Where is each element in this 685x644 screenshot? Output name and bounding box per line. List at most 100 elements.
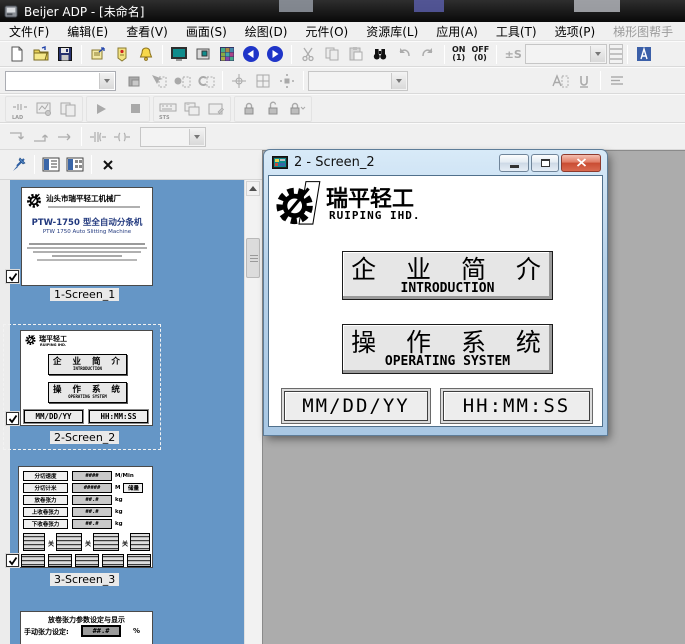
screen-thumbnail-1[interactable]: 汕头市瑞平轻工机械厂 PTW-1750 型全自动分条机 PTW 1750 Aut… — [21, 187, 153, 286]
next-screen-button[interactable] — [263, 43, 287, 65]
center-origin-button — [227, 70, 251, 92]
intro-button[interactable]: 企 业 简 介 INTRODUCTION — [342, 251, 553, 300]
thumb2-os-button: 操 作 系 统 OPERATING SYSTEM — [48, 382, 127, 403]
intro-button-en: INTRODUCTION — [401, 282, 495, 295]
os-button-en: OPERATING SYSTEM — [385, 355, 510, 368]
export-screen-button[interactable] — [86, 43, 110, 65]
new-button[interactable] — [5, 43, 29, 65]
thumb3-storage-button: 储量 — [123, 483, 143, 493]
screen-view-button[interactable] — [191, 43, 215, 65]
screen-edit-button[interactable] — [167, 43, 191, 65]
screen-checkbox-2[interactable] — [6, 412, 19, 425]
menu-item-draw[interactable]: 绘图(D) — [236, 22, 297, 41]
tag-icon — [114, 46, 130, 62]
shape-style-combobox[interactable] — [5, 71, 116, 91]
state-spinner[interactable] — [609, 44, 623, 64]
thumb3-button-placeholder — [56, 533, 82, 551]
date-field[interactable]: MM/DD/YY — [284, 391, 428, 421]
combobox-dropdown-button[interactable] — [590, 46, 605, 62]
open-button[interactable] — [29, 43, 53, 65]
operating-system-button[interactable]: 操 作 系 统 OPERATING SYSTEM — [342, 324, 553, 374]
window-titlebar[interactable]: Beijer ADP - [未命名] — [0, 0, 685, 22]
thumb3-row-label: 分切速度 — [23, 471, 68, 481]
find-button[interactable] — [368, 43, 392, 65]
toolbar-separator — [291, 45, 292, 64]
keyboard-icon — [159, 103, 177, 112]
screen-label-2[interactable]: 2-Screen_2 — [50, 431, 119, 444]
thumb1-machine-name: PTW-1750 型全自动分条机 — [22, 216, 152, 228]
bell-icon — [138, 46, 154, 62]
menu-item-library[interactable]: 资源库(L) — [357, 22, 427, 41]
panel-scrollbar[interactable] — [244, 180, 260, 644]
toolbar-separator — [627, 45, 628, 64]
insert-text-button — [548, 70, 572, 92]
screen-label-1[interactable]: 1-Screen_1 — [50, 288, 119, 301]
font-combobox[interactable] — [308, 71, 408, 91]
toolbar-separator — [496, 45, 497, 64]
combobox-dropdown-button[interactable] — [189, 129, 204, 145]
screen-checkbox-3[interactable] — [6, 554, 19, 567]
screen-checkbox-1[interactable] — [6, 270, 19, 283]
screen-manager-toolbar — [0, 150, 262, 180]
screen-thumbnail-panel: 汕头市瑞平轻工机械厂 PTW-1750 型全自动分条机 PTW 1750 Aut… — [0, 180, 262, 644]
screen-thumbnail-4[interactable]: 放卷张力参数设定与显示 手动张力设定: ##.# % — [20, 611, 153, 644]
menu-item-view[interactable]: 查看(V) — [117, 22, 177, 41]
screen-label-3[interactable]: 3-Screen_3 — [50, 573, 119, 586]
spinner-down-icon — [610, 58, 622, 60]
off-state-button[interactable]: OFF (0) — [469, 46, 493, 62]
on-state-button[interactable]: ON (1) — [449, 46, 469, 62]
tile-screens-button[interactable] — [215, 43, 239, 65]
unlock-icon — [266, 101, 280, 116]
status-monitor-button: STS — [156, 98, 180, 120]
save-button[interactable] — [53, 43, 77, 65]
minimize-button[interactable] — [499, 154, 529, 172]
right-arrow-icon — [56, 131, 74, 143]
delete-screen-button[interactable] — [96, 154, 120, 176]
chevron-down-icon — [396, 79, 402, 83]
menu-item-object[interactable]: 元件(O) — [296, 22, 357, 41]
child-titlebar[interactable]: 2 - Screen_2 — [268, 150, 603, 175]
state-combobox[interactable] — [525, 44, 607, 64]
scroll-up-icon — [249, 186, 257, 191]
close-button[interactable] — [561, 154, 601, 172]
element-combobox[interactable] — [140, 127, 206, 147]
pin-panel-button[interactable] — [6, 154, 30, 176]
thumb3-switch-label: 关 — [122, 539, 128, 548]
toolbar-separator — [34, 155, 35, 174]
tag-button[interactable] — [110, 43, 134, 65]
screen-thumbnail-2[interactable]: 瑞平轻工 RUIPING IHD. 企 业 简 介 INTRODUCTION 操… — [20, 330, 153, 426]
view-detail-button[interactable] — [39, 154, 63, 176]
menu-item-file[interactable]: 文件(F) — [0, 22, 58, 41]
thumb3-row-label: 上收卷张力 — [23, 507, 68, 517]
scroll-up-button[interactable] — [246, 181, 260, 196]
ladder-toolbar — [0, 123, 685, 150]
hmi-screen-canvas[interactable]: 瑞平轻工 RUIPING IHD. 企 业 简 介 INTRODUCTION 操… — [268, 175, 603, 427]
toolbar-group: LAD — [5, 96, 83, 122]
coil-icon — [113, 130, 131, 144]
lock-icon — [242, 101, 256, 116]
menu-item-screen[interactable]: 画面(S) — [177, 22, 236, 41]
menu-item-tools[interactable]: 工具(T) — [487, 22, 546, 41]
combobox-dropdown-button[interactable] — [391, 73, 406, 89]
screen-thumbnail-3[interactable]: 分切速度 #### M/Min 分切计米 ##### M 储量 放卷张力 ##.… — [18, 466, 153, 568]
thumb3-row-unit: kg — [115, 509, 123, 515]
view-thumbnails-button[interactable] — [63, 154, 87, 176]
grid-setup-button — [251, 70, 275, 92]
chevron-down-icon — [595, 52, 601, 56]
child-window[interactable]: 2 - Screen_2 — [264, 150, 607, 435]
menu-item-edit[interactable]: 编辑(E) — [58, 22, 117, 41]
group-select-icon — [197, 73, 215, 89]
scissors-icon — [300, 46, 316, 62]
scrollbar-thumb[interactable] — [246, 238, 260, 278]
menu-item-options[interactable]: 选项(P) — [546, 22, 605, 41]
screen-icon — [170, 46, 188, 62]
alarm-button[interactable] — [134, 43, 158, 65]
child-window-icon — [272, 156, 288, 169]
menu-item-application[interactable]: 应用(A) — [427, 22, 487, 41]
maximize-button[interactable] — [531, 154, 559, 172]
combobox-dropdown-button[interactable] — [99, 73, 114, 89]
previous-screen-button[interactable] — [239, 43, 263, 65]
close-icon — [576, 158, 587, 167]
time-field[interactable]: HH:MM:SS — [443, 391, 590, 421]
text-toolbar-partial-button[interactable] — [632, 43, 656, 65]
